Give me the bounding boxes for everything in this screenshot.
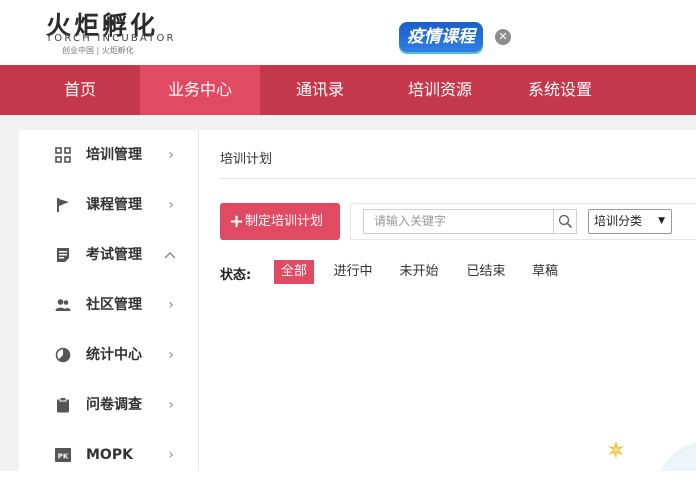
sidebar-item-mopk[interactable]: PK MOPK › — [19, 430, 199, 480]
sidebar-item-label: 社区管理 — [86, 297, 142, 313]
promo-close-icon[interactable]: ✕ — [495, 29, 511, 45]
chevron-right-icon: › — [168, 297, 174, 313]
sidebar-item-label: MOPK — [86, 447, 133, 463]
left-gutter — [0, 130, 19, 471]
top-nav: 首页 业务中心 通讯录 培训资源 系统设置 — [0, 65, 696, 115]
status-tab-not-started[interactable]: 未开始 — [392, 260, 446, 284]
create-training-plan-button[interactable]: + 制定培训计划 — [220, 203, 340, 240]
caret-down-icon: ▼ — [658, 216, 665, 226]
search-icon — [558, 214, 573, 229]
chevron-right-icon: › — [168, 147, 174, 163]
sidebar-item-label: 问卷调查 — [86, 397, 142, 413]
sidebar-item-community[interactable]: 社区管理 › — [19, 280, 199, 330]
sidebar-item-survey[interactable]: 问卷调查 › — [19, 380, 199, 430]
sidebar-item-exams[interactable]: 考试管理 — [19, 230, 199, 280]
nav-training-resources[interactable]: 培训资源 — [395, 65, 485, 115]
search-button[interactable] — [553, 209, 577, 234]
users-icon — [55, 299, 71, 311]
chevron-up-icon — [164, 252, 176, 259]
nav-system-settings[interactable]: 系统设置 — [515, 65, 605, 115]
logo-tagline: 创业中国 | 火炬孵化 — [62, 46, 134, 55]
sidebar-item-statistics[interactable]: 统计中心 › — [19, 330, 199, 380]
category-select-value: 培训分类 — [594, 214, 643, 228]
header: 火炬孵化 TORCH INCUBATOR 创业中国 | 火炬孵化 疫情课程 ✕ — [0, 0, 696, 65]
status-tab-all[interactable]: 全部 — [274, 260, 314, 284]
chevron-right-icon: › — [168, 347, 174, 363]
pie-chart-icon — [55, 347, 71, 363]
grid-icon — [55, 147, 71, 163]
category-select[interactable]: 培训分类 ▼ — [588, 209, 672, 234]
filter-bar: 请输入关键字 培训分类 ▼ — [350, 203, 696, 240]
flag-icon — [57, 198, 69, 212]
status-filter-label: 状态: — [220, 268, 252, 283]
search-input[interactable]: 请输入关键字 — [363, 209, 553, 234]
nav-business-center[interactable]: 业务中心 — [140, 65, 260, 115]
chevron-right-icon: › — [168, 397, 174, 413]
chevron-right-icon: › — [168, 197, 174, 213]
plus-icon: + — [229, 211, 245, 232]
promo-banner[interactable]: 疫情课程 — [399, 22, 483, 52]
document-icon — [57, 248, 69, 262]
sidebar-item-training[interactable]: 培训管理 › — [19, 130, 199, 180]
separator-band — [0, 115, 696, 130]
breadcrumb: 培训计划 — [220, 152, 273, 167]
status-tab-in-progress[interactable]: 进行中 — [326, 260, 380, 284]
svg-text:PK: PK — [58, 453, 69, 461]
status-tab-ended[interactable]: 已结束 — [459, 260, 513, 284]
sidebar-item-label: 考试管理 — [86, 247, 142, 263]
divider — [220, 178, 696, 179]
sidebar-item-label: 课程管理 — [86, 197, 142, 213]
empty-state-illustration — [608, 441, 696, 471]
create-button-label: 制定培训计划 — [245, 214, 324, 229]
logo-name-en: TORCH INCUBATOR — [46, 33, 176, 44]
clipboard-icon — [57, 397, 69, 413]
sidebar-item-courses[interactable]: 课程管理 › — [19, 180, 199, 230]
sidebar-item-label: 统计中心 — [86, 347, 142, 363]
chevron-right-icon: › — [168, 447, 174, 463]
status-tab-draft[interactable]: 草稿 — [525, 260, 565, 284]
main-content: 培训计划 + 制定培训计划 请输入关键字 培训分类 ▼ 状态: 全部 进行中 未… — [200, 130, 696, 471]
pk-badge-icon: PK — [55, 448, 71, 462]
logo[interactable]: 火炬孵化 TORCH INCUBATOR 创业中国 | 火炬孵化 — [46, 6, 196, 60]
nav-contacts[interactable]: 通讯录 — [280, 65, 360, 115]
sidebar-item-label: 培训管理 — [86, 147, 142, 163]
sidebar: 培训管理 › 课程管理 › 考试管理 社区管理 › 统计中心 › 问卷调查 › … — [19, 130, 199, 471]
nav-home[interactable]: 首页 — [40, 65, 120, 115]
